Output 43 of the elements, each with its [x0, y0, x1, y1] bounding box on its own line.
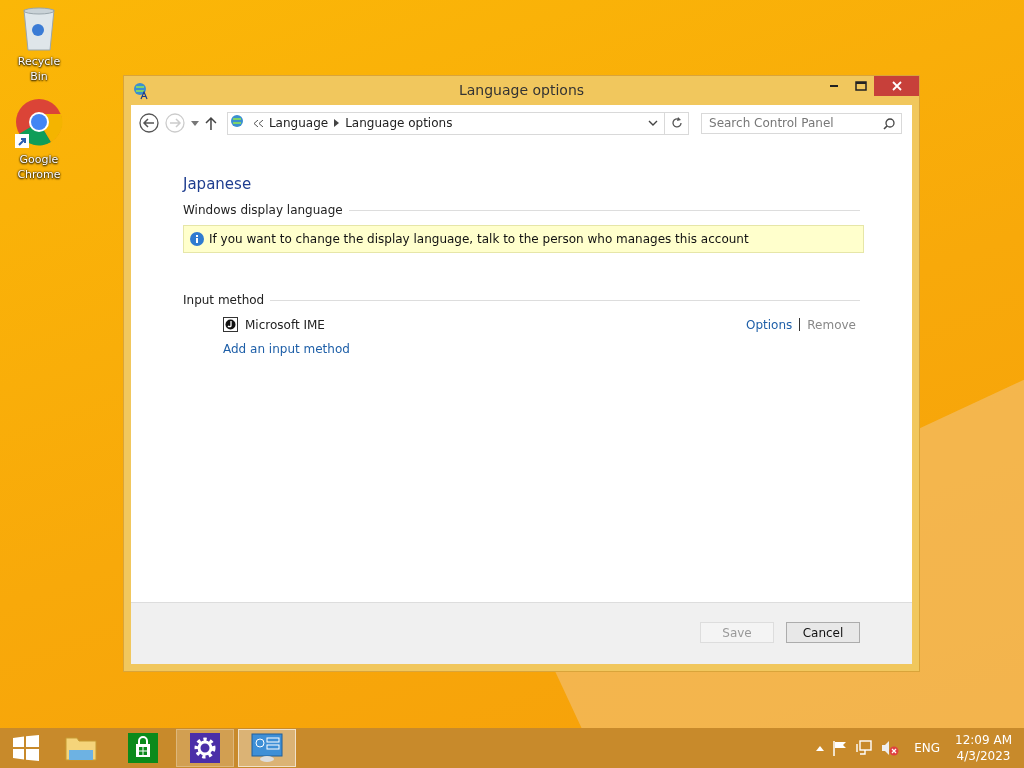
- dialog-button[interactable]: Cancel: [786, 622, 860, 643]
- info-message: If you want to change the display language, talk to the person who manages this account: [209, 232, 749, 246]
- close-icon: [891, 81, 902, 91]
- add-input-method-link[interactable]: Add an input method: [223, 342, 350, 356]
- back-button[interactable]: [139, 113, 159, 133]
- clock-time[interactable]: 12:09 AM: [955, 732, 1012, 748]
- refresh-button[interactable]: [665, 111, 689, 135]
- input-method-name: Microsoft IME: [245, 317, 325, 332]
- search-icon: [883, 117, 895, 130]
- control-panel-icon: [251, 733, 283, 763]
- maximize-icon: [854, 81, 867, 91]
- section-title: Input method: [183, 293, 265, 307]
- taskbar-app-button[interactable]: [176, 729, 234, 767]
- flag-icon[interactable]: [833, 740, 848, 756]
- address-bar[interactable]: Language Language options: [226, 111, 666, 135]
- breadcrumb-separator-icon: [334, 119, 340, 127]
- close-button[interactable]: [874, 76, 919, 96]
- minimize-icon: [829, 85, 838, 87]
- gear-icon: [190, 733, 220, 763]
- refresh-icon: [670, 117, 683, 129]
- info-icon: [190, 232, 204, 246]
- language-heading: Japanese: [183, 175, 253, 193]
- method-link[interactable]: Options: [746, 317, 793, 332]
- show-hidden-icons-icon[interactable]: [816, 745, 825, 751]
- up-arrow-icon[interactable]: [204, 116, 217, 130]
- section-title: Windows display language: [183, 203, 343, 217]
- ime-icon: [223, 317, 238, 332]
- speaker-muted-icon[interactable]: [881, 740, 900, 756]
- overflow-chevron-icon: [253, 119, 263, 127]
- windows-logo-icon: [13, 735, 39, 761]
- breadcrumb-item[interactable]: Language options: [345, 116, 453, 130]
- search-field[interactable]: Search Control Panel: [701, 112, 902, 134]
- chrome-icon[interactable]: [15, 98, 63, 150]
- dropdown-chevron-icon[interactable]: [648, 120, 659, 126]
- folder-icon: [65, 734, 97, 762]
- network-icon[interactable]: [856, 740, 873, 756]
- recent-dropdown-icon[interactable]: [191, 120, 199, 126]
- recycle-bin-icon[interactable]: [21, 6, 57, 52]
- store-bag-icon: [128, 733, 158, 763]
- input-language-indicator[interactable]: ENG: [914, 741, 941, 755]
- breadcrumb-item[interactable]: Language: [268, 116, 329, 130]
- window-title: Language options: [458, 82, 585, 98]
- clock-date[interactable]: 4/3/2023: [956, 748, 1011, 764]
